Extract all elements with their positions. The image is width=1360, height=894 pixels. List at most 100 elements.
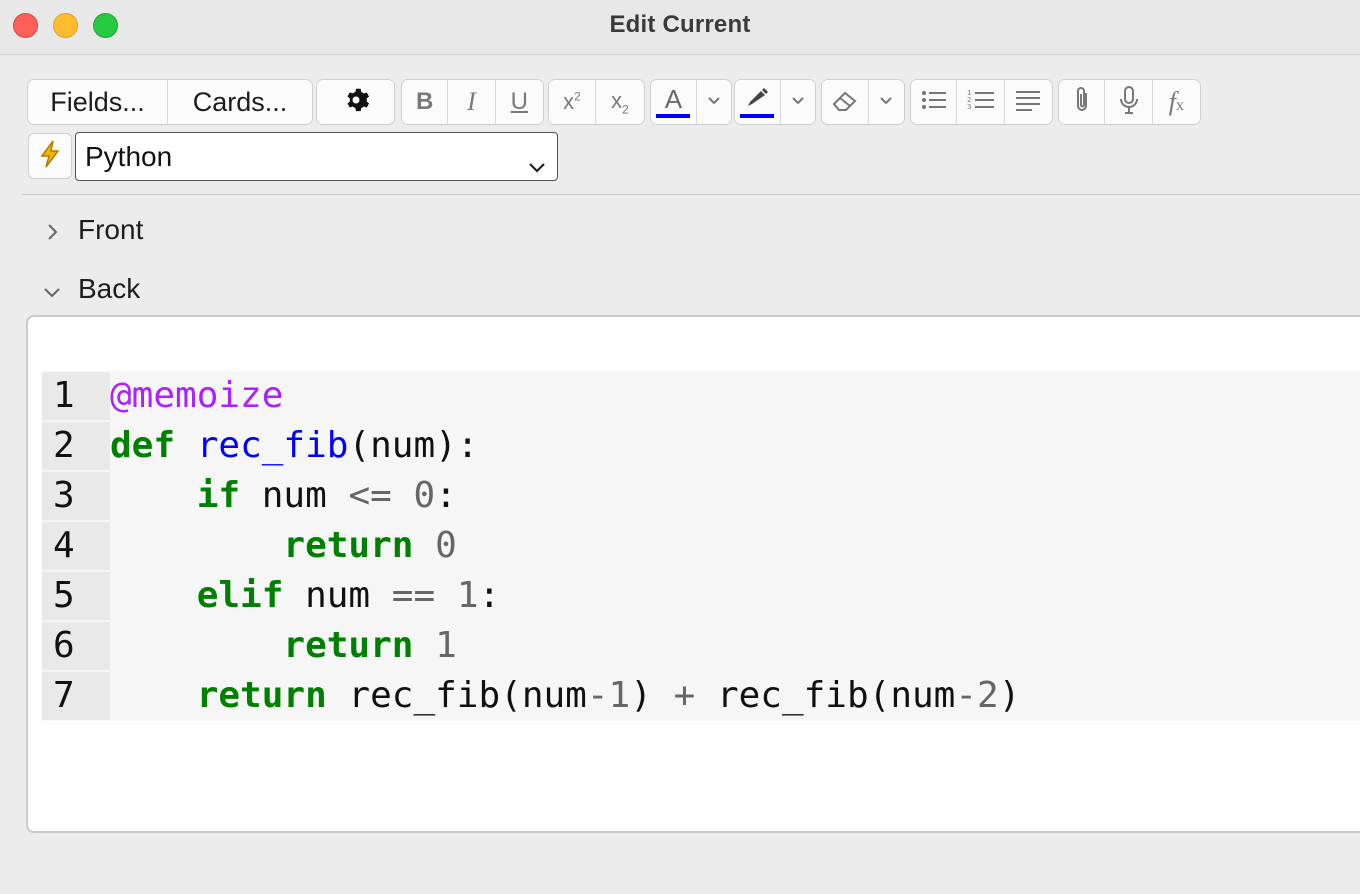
code-text[interactable]: if num <= 0: <box>110 471 457 521</box>
notetype-select[interactable]: Python <box>75 132 558 181</box>
highlight-button[interactable] <box>735 80 781 124</box>
chevron-down-icon <box>707 93 721 111</box>
code-text[interactable]: return 1 <box>110 621 457 671</box>
code-line[interactable]: 3 if num <= 0: <box>42 471 1360 521</box>
microphone-icon <box>1118 85 1140 120</box>
code-line[interactable]: 1 @memoize <box>42 371 1360 421</box>
code-token: return <box>283 525 414 566</box>
code-line[interactable]: 5 elif num == 1: <box>42 571 1360 621</box>
bold-button[interactable]: B <box>402 80 449 124</box>
line-number: 1 <box>42 372 110 420</box>
chevron-down-icon <box>527 145 547 192</box>
code-token: def <box>110 425 176 466</box>
code-text[interactable]: return rec_fib(num-1) + rec_fib(num-2) <box>110 671 1021 721</box>
code-token: (num): <box>348 425 479 466</box>
code-token: return <box>196 675 327 716</box>
toolbar-separator <box>22 194 1360 195</box>
superscript-icon: x2 <box>563 89 581 114</box>
code-token: 1 <box>608 675 631 716</box>
code-token: @memoize <box>110 375 284 416</box>
line-number: 4 <box>42 522 110 570</box>
code-token: == <box>391 575 436 616</box>
attach-icon <box>1072 85 1092 120</box>
align-button[interactable] <box>1004 80 1052 124</box>
fields-button[interactable]: Fields... <box>28 80 169 124</box>
window-title: Edit Current <box>609 11 751 38</box>
highlight-swatch <box>740 114 775 118</box>
line-number: 6 <box>42 622 110 670</box>
code-token: 1 <box>435 625 457 666</box>
italic-icon: I <box>467 87 476 116</box>
cards-button[interactable]: Cards... <box>168 80 312 124</box>
highlight-dropdown[interactable] <box>780 80 815 124</box>
gear-button[interactable] <box>317 80 394 124</box>
chevron-right-icon[interactable] <box>42 222 62 247</box>
eraser-icon <box>830 87 860 118</box>
line-number: 2 <box>42 422 110 470</box>
superscript-button[interactable]: x2 <box>549 80 597 124</box>
gear-icon <box>342 86 370 119</box>
code-token: ) <box>998 675 1021 716</box>
code-token: <= <box>348 475 392 516</box>
list-group: 123 <box>910 79 1053 125</box>
eraser-dropdown[interactable] <box>868 80 904 124</box>
chevron-down-icon <box>879 93 893 111</box>
code-line[interactable]: 6 return 1 <box>42 621 1360 671</box>
eraser-group <box>821 79 905 125</box>
media-group: fx <box>1058 79 1201 125</box>
record-audio-button[interactable] <box>1105 80 1153 124</box>
text-color-group: A <box>650 79 732 125</box>
code-text[interactable]: elif num == 1: <box>110 571 501 621</box>
code-token: 2 <box>977 675 999 716</box>
code-token: ) <box>630 675 674 716</box>
text-color-dropdown[interactable] <box>696 80 731 124</box>
lightning-icon <box>36 139 64 174</box>
bullet-list-icon <box>920 88 948 117</box>
code-token: : <box>435 475 457 516</box>
code-token: elif <box>196 575 284 616</box>
code-line[interactable]: 2 def rec_fib(num): <box>42 421 1360 471</box>
code-line[interactable]: 7 return rec_fib(num-1) + rec_fib(num-2) <box>42 671 1360 721</box>
underline-icon: U <box>510 88 528 115</box>
line-number: 5 <box>42 572 110 620</box>
mathjax-button[interactable]: fx <box>1152 80 1200 124</box>
numbered-list-icon: 123 <box>966 87 996 118</box>
subscript-icon: x2 <box>611 87 629 117</box>
code-text[interactable]: @memoize <box>110 371 283 421</box>
highlight-icon <box>744 86 770 113</box>
code-token: - <box>955 675 978 716</box>
code-text[interactable]: return 0 <box>110 521 456 571</box>
code-text[interactable]: def rec_fib(num): <box>110 421 478 471</box>
chevron-down-icon[interactable] <box>42 282 62 307</box>
subscript-button[interactable]: x2 <box>596 80 644 124</box>
back-field-editor[interactable]: 1 @memoize 2 def rec_fib(num): 3 if num <= 0… <box>26 315 1360 833</box>
code-token: rec_fib(num <box>695 675 956 716</box>
numbered-list-button[interactable]: 123 <box>957 80 1005 124</box>
line-number: 7 <box>42 672 110 720</box>
code-token: if <box>196 475 241 516</box>
field-label-back[interactable]: Back <box>78 273 140 305</box>
sticky-fields-button[interactable] <box>28 133 72 179</box>
options-group <box>316 79 395 125</box>
eraser-button[interactable] <box>822 80 869 124</box>
field-label-front[interactable]: Front <box>78 214 143 246</box>
notetype-selected: Python <box>85 141 173 172</box>
underline-button[interactable]: U <box>495 80 543 124</box>
code-token: rec_fib(num <box>326 675 587 716</box>
code-block[interactable]: 1 @memoize 2 def rec_fib(num): 3 if num <= 0… <box>42 371 1360 721</box>
highlight-group <box>734 79 816 125</box>
code-line[interactable]: 4 return 0 <box>42 521 1360 571</box>
italic-button[interactable]: I <box>448 80 496 124</box>
bold-icon: B <box>416 88 434 115</box>
attach-button[interactable] <box>1059 80 1106 124</box>
text-color-button[interactable]: A <box>651 80 697 124</box>
chevron-down-icon <box>791 93 805 111</box>
code-token: : <box>478 575 501 616</box>
bullet-list-button[interactable] <box>911 80 958 124</box>
code-token: + <box>673 675 696 716</box>
